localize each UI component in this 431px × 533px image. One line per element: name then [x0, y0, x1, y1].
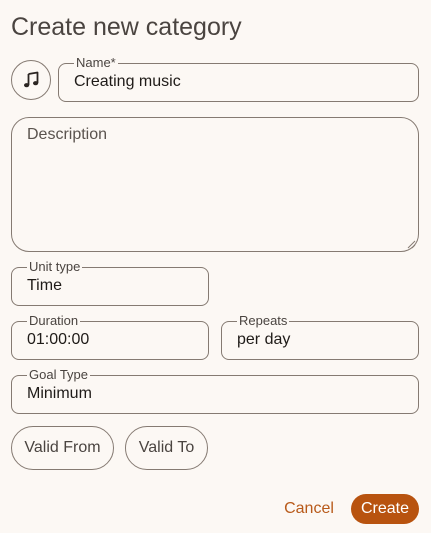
category-icon-button[interactable]: [11, 60, 51, 100]
duration-field[interactable]: Duration 01:00:00: [11, 314, 209, 360]
repeats-value: per day: [237, 331, 291, 348]
goal-type-value: Minimum: [27, 385, 92, 402]
name-field[interactable]: Name* Creating music: [58, 56, 419, 102]
unit-type-field[interactable]: Unit type Time: [11, 260, 209, 306]
repeats-label: Repeats: [237, 313, 290, 328]
name-field-label: Name*: [74, 55, 118, 70]
create-category-dialog: Create new category Name* Creating music…: [0, 0, 431, 533]
dialog-title: Create new category: [11, 13, 242, 41]
duration-value: 01:00:00: [27, 331, 90, 348]
create-button[interactable]: Create: [351, 494, 419, 524]
duration-label: Duration: [27, 313, 81, 328]
repeats-field[interactable]: Repeats per day: [221, 314, 419, 360]
unit-type-value: Time: [27, 277, 62, 294]
valid-from-button[interactable]: Valid From: [11, 426, 114, 470]
resize-grip-icon[interactable]: [407, 240, 416, 249]
description-placeholder: Description: [27, 126, 108, 143]
cancel-button[interactable]: Cancel: [278, 496, 340, 522]
unit-type-label: Unit type: [27, 259, 83, 274]
music-note-icon: [24, 71, 39, 88]
goal-type-field[interactable]: Goal Type Minimum: [11, 368, 419, 414]
valid-to-button[interactable]: Valid To: [125, 426, 208, 470]
name-field-value: Creating music: [74, 73, 181, 90]
description-field[interactable]: Description: [11, 117, 419, 252]
goal-type-label: Goal Type: [27, 367, 91, 382]
